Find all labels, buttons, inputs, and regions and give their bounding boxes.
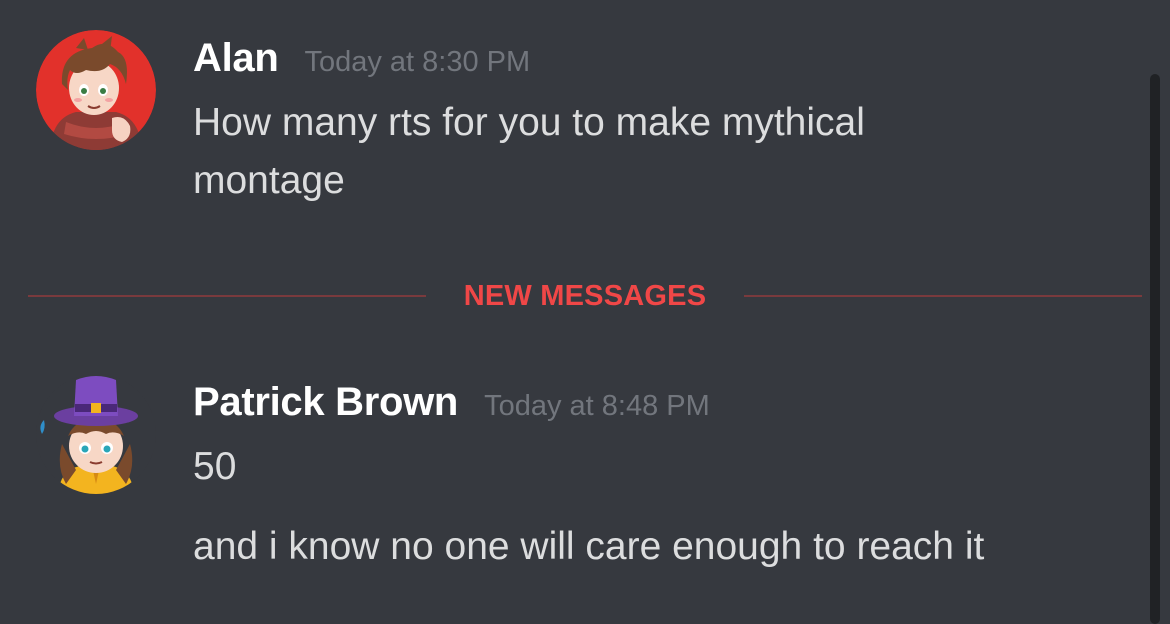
message-header: Alan Today at 8:30 PM [193, 36, 1113, 90]
chat-messages-area: Alan Today at 8:30 PM How many rts for y… [0, 0, 1170, 624]
message-content: Patrick Brown Today at 8:48 PM 50 and i … [193, 380, 1113, 576]
new-messages-label: NEW MESSAGES [463, 280, 707, 312]
message-line: and i know no one will care enough to re… [193, 525, 985, 568]
new-messages-divider: NEW MESSAGES [28, 272, 1142, 320]
timestamp: Today at 8:30 PM [304, 46, 531, 78]
message-content: Alan Today at 8:30 PM How many rts for y… [193, 36, 1113, 210]
message-line: 50 [193, 445, 237, 488]
message-line: How many rts for you to make mythical [193, 101, 865, 144]
username[interactable]: Alan [193, 36, 279, 81]
divider-line [28, 295, 426, 297]
message-text: 50 and i know no one will care enough to… [193, 438, 1113, 576]
avatar[interactable] [36, 374, 156, 494]
scrollbar[interactable] [1150, 74, 1160, 624]
message-header: Patrick Brown Today at 8:48 PM [193, 380, 1113, 434]
avatar[interactable] [36, 30, 156, 150]
username[interactable]: Patrick Brown [193, 380, 458, 425]
purple-hat-girl-avatar-icon [36, 374, 156, 494]
divider-line [744, 295, 1142, 297]
message-text: How many rts for you to make mythical mo… [193, 94, 1113, 210]
red-haired-boy-avatar-icon [36, 30, 156, 150]
timestamp: Today at 8:48 PM [484, 390, 710, 422]
message-line: montage [193, 159, 345, 202]
